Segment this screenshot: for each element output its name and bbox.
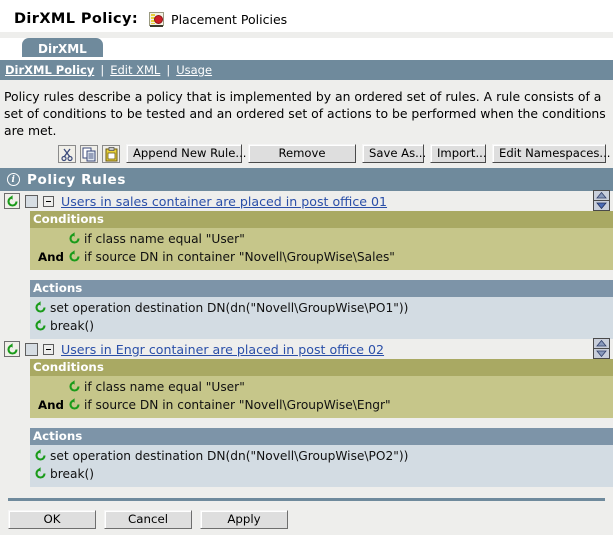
- cancel-button[interactable]: Cancel: [104, 510, 192, 529]
- policy-rules-section-bar: i Policy Rules: [0, 168, 613, 191]
- conditions-label: Conditions: [30, 211, 613, 228]
- conditions-body: if class name equal "User" And if source…: [30, 228, 613, 270]
- action-text: break(): [50, 467, 94, 481]
- condition-text: if class name equal "User": [84, 232, 245, 246]
- condition-bullet-icon: [68, 232, 82, 246]
- page-title: DirXML Policy:: [14, 11, 138, 27]
- refresh-rule-icon[interactable]: [4, 193, 20, 209]
- nav-link-edit-xml[interactable]: Edit XML: [110, 63, 160, 77]
- info-icon: i: [7, 173, 20, 186]
- condition-bullet-icon: [68, 250, 82, 264]
- rule-checkbox[interactable]: [25, 343, 38, 356]
- move-rule-down-button[interactable]: [594, 349, 609, 358]
- condition-text: if class name equal "User": [84, 380, 245, 394]
- conditions-band: Conditions if class name equal "User" An…: [30, 211, 613, 270]
- footer-divider: [8, 498, 605, 501]
- rules-toolbar: Append New Rule... Remove Save As... Imp…: [0, 141, 613, 166]
- footer-buttons: OK Cancel Apply: [8, 510, 288, 529]
- edit-namespaces-button[interactable]: Edit Namespaces...: [492, 144, 606, 163]
- collapse-rule-icon[interactable]: [43, 344, 54, 355]
- action-bullet-icon: [34, 301, 48, 315]
- description-text: Policy rules describe a policy that is i…: [0, 80, 613, 141]
- action-text: set operation destination DN(dn("Novell\…: [50, 301, 408, 315]
- import-button[interactable]: Import...: [430, 144, 486, 163]
- conditions-label: Conditions: [30, 359, 613, 376]
- actions-label: Actions: [30, 428, 613, 445]
- save-as-button[interactable]: Save As...: [362, 144, 424, 163]
- action-bullet-icon: [34, 467, 48, 481]
- refresh-rule-icon[interactable]: [4, 341, 20, 357]
- tab-strip: DirXML DirXML Policy | Edit XML | Usage: [0, 38, 613, 80]
- actions-body: set operation destination DN(dn("Novell\…: [30, 445, 613, 487]
- rule-title-link[interactable]: Users in sales container are placed in p…: [61, 194, 387, 209]
- nav-separator-1: |: [94, 63, 110, 77]
- condition-text: if source DN in container "Novell\GroupW…: [84, 250, 395, 264]
- action-bullet-icon: [34, 319, 48, 333]
- condition-text: if source DN in container "Novell\GroupW…: [84, 398, 391, 412]
- action-bullet-icon: [34, 449, 48, 463]
- sub-nav: DirXML Policy | Edit XML | Usage: [0, 60, 613, 80]
- rule-checkbox[interactable]: [25, 195, 38, 208]
- apply-button[interactable]: Apply: [200, 510, 288, 529]
- condition-row[interactable]: if class name equal "User": [30, 378, 613, 396]
- nav-link-dirxml-policy[interactable]: DirXML Policy: [5, 63, 94, 77]
- move-rule-up-button[interactable]: [594, 339, 609, 349]
- move-rule-buttons[interactable]: [593, 338, 610, 359]
- policy-icon: [149, 11, 165, 27]
- band-spacer: [0, 270, 613, 280]
- rule-header: Users in sales container are placed in p…: [0, 191, 613, 211]
- cut-icon[interactable]: [58, 145, 76, 163]
- rule-block: Users in Engr container are placed in po…: [0, 339, 613, 487]
- paste-icon[interactable]: [102, 145, 120, 163]
- conditions-band: Conditions if class name equal "User" An…: [30, 359, 613, 418]
- action-row[interactable]: set operation destination DN(dn("Novell\…: [30, 447, 613, 465]
- condition-bullet-icon: [68, 398, 82, 412]
- actions-label: Actions: [30, 280, 613, 297]
- condition-conjunction: And: [30, 250, 68, 264]
- condition-bullet-icon: [68, 380, 82, 394]
- section-title: Policy Rules: [27, 172, 126, 188]
- remove-button[interactable]: Remove: [248, 144, 356, 163]
- tab-dirxml[interactable]: DirXML: [22, 38, 103, 57]
- policy-object-name: Placement Policies: [171, 12, 287, 27]
- action-text: break(): [50, 319, 94, 333]
- conditions-body: if class name equal "User" And if source…: [30, 376, 613, 418]
- actions-band: Actions set operation destination DN(dn(…: [30, 280, 613, 339]
- actions-body: set operation destination DN(dn("Novell\…: [30, 297, 613, 339]
- actions-band: Actions set operation destination DN(dn(…: [30, 428, 613, 487]
- copy-icon[interactable]: [80, 145, 98, 163]
- nav-separator-2: |: [160, 63, 176, 77]
- move-rule-down-button[interactable]: [594, 201, 609, 210]
- condition-row[interactable]: And if source DN in container "Novell\Gr…: [30, 248, 613, 266]
- rule-block: Users in sales container are placed in p…: [0, 191, 613, 339]
- page-header: DirXML Policy: Placement Policies: [0, 0, 613, 32]
- condition-row[interactable]: And if source DN in container "Novell\Gr…: [30, 396, 613, 414]
- rule-header: Users in Engr container are placed in po…: [0, 339, 613, 359]
- rule-title-link[interactable]: Users in Engr container are placed in po…: [61, 342, 384, 357]
- condition-conjunction: And: [30, 398, 68, 412]
- move-rule-up-button[interactable]: [594, 191, 609, 201]
- append-new-rule-button[interactable]: Append New Rule...: [126, 144, 242, 163]
- nav-link-usage[interactable]: Usage: [176, 63, 212, 77]
- condition-row[interactable]: if class name equal "User": [30, 230, 613, 248]
- action-row[interactable]: break(): [30, 465, 613, 483]
- action-text: set operation destination DN(dn("Novell\…: [50, 449, 408, 463]
- move-rule-buttons[interactable]: [593, 190, 610, 211]
- ok-button[interactable]: OK: [8, 510, 96, 529]
- action-row[interactable]: set operation destination DN(dn("Novell\…: [30, 299, 613, 317]
- collapse-rule-icon[interactable]: [43, 196, 54, 207]
- action-row[interactable]: break(): [30, 317, 613, 335]
- band-spacer: [0, 418, 613, 428]
